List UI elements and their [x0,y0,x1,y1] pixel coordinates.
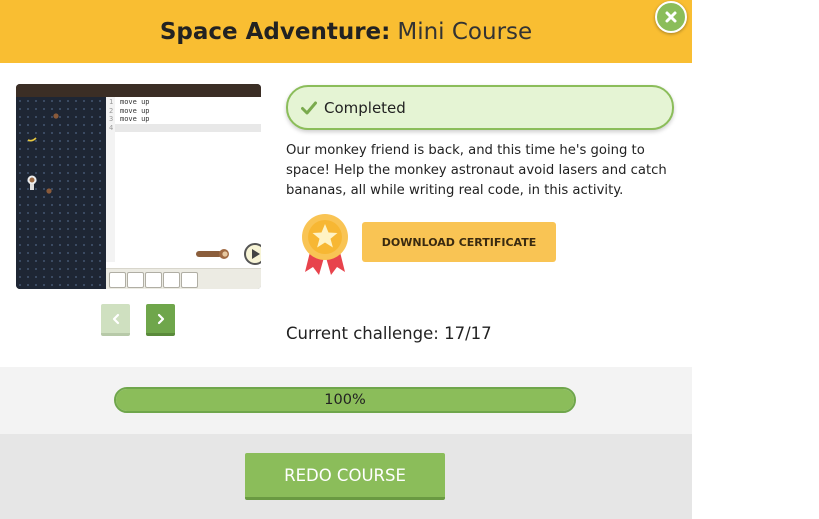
chevron-left-icon [112,313,119,324]
preview-code-editor: 1 move up 2 move up 3 move up 4 [106,97,261,289]
modal-header: Space Adventure: Mini Course [0,0,692,63]
next-image-button[interactable] [146,304,175,336]
command-block-icon [181,272,198,288]
code-line: move up [120,98,150,106]
preview-space-scene [16,97,106,289]
space-scene-sprites [27,113,59,194]
command-block-icon [145,272,162,288]
course-title: Space Adventure: [159,18,391,45]
course-progress-bar: 100% [114,387,576,413]
command-bar [106,268,261,289]
asteroid-icon [53,113,59,119]
checkmark-icon [301,101,317,115]
course-subtitle: Mini Course [397,18,533,45]
current-challenge: Current challenge: 17/17 [286,324,492,343]
status-label: Completed [324,98,406,117]
preview-topbar [16,84,261,97]
code-line: move up [120,115,150,123]
award-ribbon-icon [301,214,349,278]
code-line: move up [120,106,150,115]
command-block-icon [163,272,180,288]
challenge-label: Current challenge: [286,324,439,343]
play-icon [244,243,261,265]
monkey-sprite-icon [196,249,229,259]
previous-image-button[interactable] [101,304,130,336]
course-description: Our monkey friend is back, and this time… [286,143,667,198]
close-button[interactable] [655,1,687,33]
download-certificate-button[interactable]: DOWNLOAD CERTIFICATE [362,222,556,262]
challenge-value: 17/17 [444,324,492,343]
completion-status-badge: Completed [286,85,674,130]
chevron-right-icon [157,313,164,324]
close-icon [665,11,677,23]
command-block-icon [127,272,144,288]
asteroid-icon [46,188,52,194]
progress-label: 100% [324,392,366,408]
redo-course-button[interactable]: REDO COURSE [245,453,445,500]
command-block-icon [109,272,126,288]
preview-code: 1 move up 2 move up 3 move up 4 [109,98,150,132]
banana-icon [27,137,37,142]
course-modal: Space Adventure: Mini Course 1 move up 2m… [0,0,692,519]
course-preview-image: 1 move up 2 move up 3 move up 4 [16,84,261,289]
